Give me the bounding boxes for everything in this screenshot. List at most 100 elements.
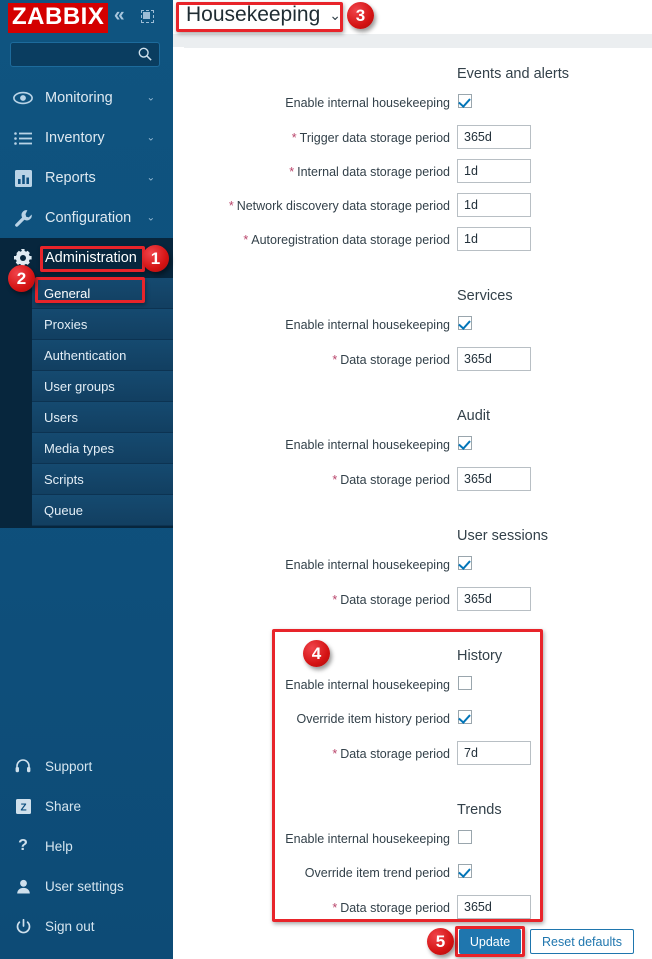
input-trigger-data-storage-period[interactable] [457,125,531,149]
required-marker: * [228,199,234,213]
sidebar-item-proxies[interactable]: Proxies [32,309,173,340]
sidebar-item-administration[interactable]: Administration [0,238,173,278]
administration-submenu: General Proxies Authentication User grou… [0,278,173,528]
field-label: * Data storage period [332,593,450,607]
section-title-user-sessions: User sessions [457,528,549,544]
required-marker: * [332,747,338,761]
sidebar: ZABBIX « Monitoring ⌄ Inventory ⌄ Report… [0,0,173,959]
required-marker: * [289,165,295,179]
input-autoregistration-data-storage-period[interactable] [457,227,531,251]
section-title-events-and-alerts: Events and alerts [457,66,570,82]
sidebar-item-reports[interactable]: Reports ⌄ [0,158,173,198]
checkbox-history-enable-housekeeping[interactable] [458,676,472,690]
chevron-down-icon: ⌄ [146,172,155,184]
chevron-down-icon: ⌄ [146,212,155,224]
input-internal-data-storage-period[interactable] [457,159,531,183]
input-services-data-storage-period[interactable] [457,347,531,371]
sidebar-sublabel: Media types [44,440,115,456]
sidebar-item-general[interactable]: General [32,278,173,309]
sidebar-item-configuration[interactable]: Configuration ⌄ [0,198,173,238]
sidebar-header: ZABBIX « [0,0,173,36]
checkbox-events-enable-housekeeping[interactable] [458,94,472,108]
content-separator [173,34,652,47]
search-box[interactable] [10,42,160,67]
svg-text:Z: Z [20,802,26,813]
sidebar-label: User settings [45,878,124,894]
required-marker: * [332,593,338,607]
headset-icon [13,756,33,776]
sidebar-item-support[interactable]: Support [0,746,173,786]
search-input[interactable] [11,43,137,66]
sidebar-bottom-nav: Support Z Share ? Help User settings Sig… [0,746,173,946]
sidebar-label: Configuration [45,210,132,226]
person-icon [13,876,33,896]
checkbox-override-item-trend-period[interactable] [458,864,472,878]
required-marker: * [291,131,297,145]
sidebar-item-users[interactable]: Users [32,402,173,433]
topbar: Housekeeping ⌄ [173,0,652,34]
page-title: Housekeeping [186,3,321,26]
required-marker: * [243,233,249,247]
checkbox-services-enable-housekeeping[interactable] [458,316,472,330]
sidebar-label: Share [45,798,82,814]
eye-icon [13,88,33,108]
sidebar-label: Help [45,838,73,854]
question-icon: ? [18,837,28,854]
sidebar-item-share[interactable]: Z Share [0,786,173,826]
power-icon [13,916,33,936]
checkbox-override-item-history-period[interactable] [458,710,472,724]
sidebar-label: Sign out [45,918,95,934]
collapse-sidebar-icon[interactable]: « [114,6,125,26]
wrench-icon [13,208,33,228]
field-label: * Data storage period [332,747,450,761]
sidebar-item-user-groups[interactable]: User groups [32,371,173,402]
field-label: Enable internal housekeeping [285,318,450,332]
hide-sidebar-icon[interactable] [141,10,154,23]
input-audit-data-storage-period[interactable] [457,467,531,491]
required-marker: * [332,901,338,915]
field-label: Enable internal housekeeping [285,96,450,110]
chevron-down-icon: ⌄ [329,6,341,23]
zabbix-logo[interactable]: ZABBIX [8,3,109,33]
input-history-data-storage-period[interactable] [457,741,531,765]
field-label: Enable internal housekeeping [285,438,450,452]
field-label: * Network discovery data storage period [228,199,450,213]
checkbox-user-sessions-enable-housekeeping[interactable] [458,556,472,570]
sidebar-item-inventory[interactable]: Inventory ⌄ [0,118,173,158]
field-label: Enable internal housekeeping [285,678,450,692]
field-label: Override item trend period [304,866,450,880]
checkbox-audit-enable-housekeeping[interactable] [458,436,472,450]
sidebar-item-media-types[interactable]: Media types [32,433,173,464]
checkbox-trends-enable-housekeeping[interactable] [458,830,472,844]
input-trends-data-storage-period[interactable] [457,895,531,919]
sidebar-item-queue[interactable]: Queue [32,495,173,526]
search-icon[interactable] [138,47,152,61]
gear-icon [13,248,33,268]
section-title-trends: Trends [457,802,502,818]
sidebar-item-help[interactable]: ? Help [0,826,173,866]
sidebar-item-authentication[interactable]: Authentication [32,340,173,371]
list-icon [13,128,33,148]
chevron-down-icon: ⌄ [146,132,155,144]
sidebar-sublabel: Scripts [44,471,84,487]
sidebar-item-sign-out[interactable]: Sign out [0,906,173,946]
update-button[interactable]: Update [459,929,521,954]
chevron-down-icon: ⌄ [146,92,155,104]
field-label: Override item history period [296,712,450,726]
field-label: * Data storage period [332,473,450,487]
input-user-sessions-data-storage-period[interactable] [457,587,531,611]
sidebar-sublabel: User groups [44,378,115,394]
sidebar-item-monitoring[interactable]: Monitoring ⌄ [0,78,173,118]
field-label: * Data storage period [332,353,450,367]
section-title-audit: Audit [457,408,491,424]
field-label: Enable internal housekeeping [285,558,450,572]
reset-defaults-button[interactable]: Reset defaults [530,929,634,954]
input-network-discovery-data-storage-period[interactable] [457,193,531,217]
required-marker: * [332,353,338,367]
sidebar-item-user-settings[interactable]: User settings [0,866,173,906]
sidebar-item-scripts[interactable]: Scripts [32,464,173,495]
zabbix-housekeeping-page: ZABBIX « Monitoring ⌄ Inventory ⌄ Report… [0,0,652,959]
field-label: * Internal data storage period [289,165,450,179]
field-label: Enable internal housekeeping [285,832,450,846]
page-title-dropdown[interactable]: Housekeeping ⌄ [182,3,345,27]
